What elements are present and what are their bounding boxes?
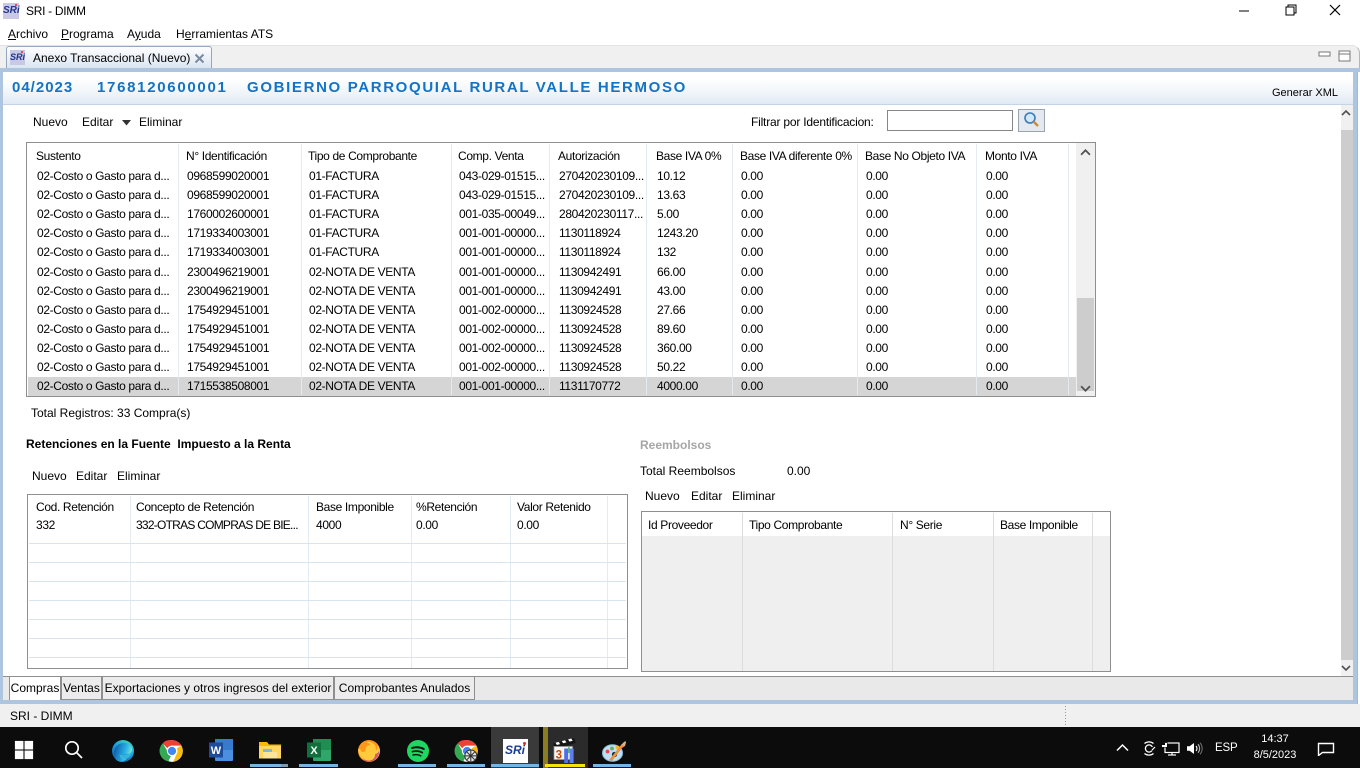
svg-text:W: W [211, 745, 222, 757]
svg-text:X: X [310, 745, 318, 757]
svg-text:3: 3 [556, 750, 562, 762]
